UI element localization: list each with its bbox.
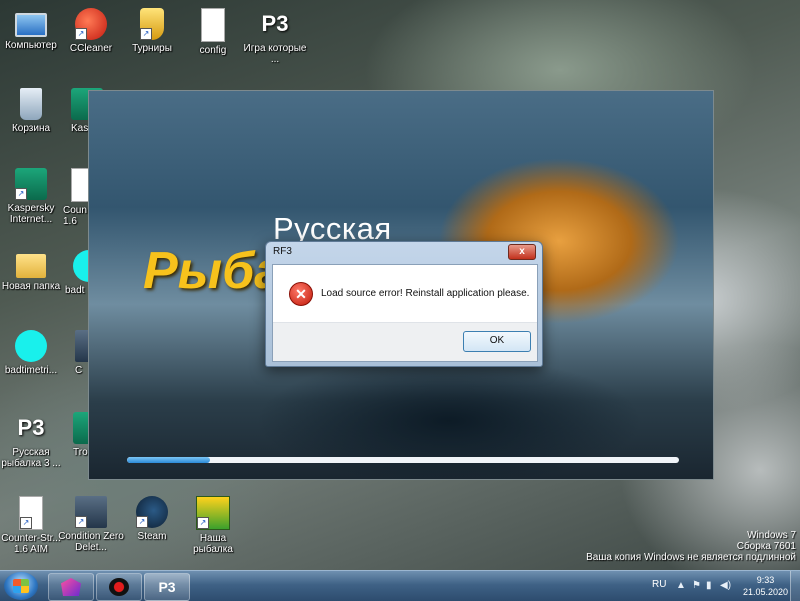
desktop-icon-recycle-bin[interactable]: Корзина [0,88,65,134]
clock-time: 9:33 [756,575,775,585]
desktop-icon-label: Наша рыбалка [193,533,233,555]
crystal-icon [61,578,81,596]
desktop-icon-label: Condition Zero Delet... [58,531,124,553]
dialog-body: ✕ Load source error! Reinstall applicati… [272,264,538,362]
watermark-line1: Windows 7 [747,530,796,541]
p3-icon: P3 [158,579,176,595]
desktop-icon-label: Турниры [132,43,172,54]
loading-progress-bar [127,457,679,463]
dialog-titlebar[interactable]: RF3 x [266,242,542,264]
clock[interactable]: 9:33 21.05.2020 [743,574,788,598]
desktop-icon-label: Русская рыбалка 3 ... [1,447,61,469]
flag-icon[interactable]: ⚑ [692,580,701,591]
ok-button[interactable]: OK [463,331,531,352]
desktop-icon-new-folder[interactable]: Новая папка [0,250,65,292]
volume-icon[interactable]: ◀) [720,580,731,591]
desktop-icon-russian-fishing-3[interactable]: P3 Русская рыбалка 3 ... [0,412,65,469]
taskbar-app-rf3[interactable]: P3 [144,573,190,601]
desktop-icon-label: badt [65,285,85,296]
p3-icon: P3 [17,415,45,440]
show-hidden-icons-icon[interactable]: ▲ [676,580,686,591]
trophy-icon: ↗ [140,8,164,40]
desktop-icon-config[interactable]: config [179,8,247,56]
desktop-icon-label: C [75,365,83,376]
file-icon [201,8,225,42]
desktop-icon-label: badtimetri... [4,365,58,376]
folder-icon [16,254,46,278]
desktop-icon-label: Coun 1.6 [63,205,87,227]
taskbar-app-crystal[interactable] [48,573,94,601]
windows-logo-icon [13,579,29,593]
record-icon [109,578,129,596]
fishing-game-icon: ↗ [196,496,230,530]
computer-icon [15,13,47,37]
close-button[interactable]: x [508,244,536,260]
taskbar: P3 RU ▲ ⚑ ▮ ◀) 9:33 21.05.2020 [0,570,800,601]
cyan-circle-icon [15,330,47,362]
desktop-icon-label: Корзина [11,123,51,134]
desktop-icon-label: Игра которые ... [243,43,307,65]
network-icon[interactable]: ▮ [706,580,712,591]
dialog-button-row: OK [273,322,537,361]
file-icon: ↗ [19,496,43,530]
desktop-icon-nasha-rybalka[interactable]: ↗ Наша рыбалка [179,496,247,555]
windows-watermark: Windows 7 Сборка 7601 Ваша копия Windows… [586,530,796,563]
desktop-icon-label: Kaspersky Internet... [7,203,55,225]
system-tray: RU ▲ ⚑ ▮ ◀) 9:33 21.05.2020 [640,571,800,601]
show-desktop-button[interactable] [790,571,800,601]
kaspersky-icon: ↗ [15,168,47,200]
desktop-icon-tournaments[interactable]: ↗ Турниры [118,8,186,54]
desktop-icon-kaspersky[interactable]: ↗ Kaspersky Internet... [0,168,65,225]
desktop-icon-ccleaner[interactable]: ↗ CCleaner [57,8,125,54]
clock-date: 21.05.2020 [742,587,788,597]
desktop-icon-label: Новая папка [1,281,61,292]
desktop-icon-label: config [199,45,227,56]
dialog-title: RF3 [273,246,292,257]
counter-strike-icon: ↗ [75,496,107,528]
error-message: Load source error! Reinstall application… [321,288,530,299]
taskbar-app-record[interactable] [96,573,142,601]
steam-icon: ↗ [136,496,168,528]
watermark-line2: Сборка 7601 [736,541,796,552]
desktop-icon-badtimetri[interactable]: badtimetri... [0,330,65,376]
error-dialog: RF3 x ✕ Load source error! Reinstall app… [265,241,543,367]
recycle-bin-icon [20,88,42,120]
desktop-icon-label: Counter-Str... 1.6 AIM [1,533,61,555]
desktop-icon-steam[interactable]: ↗ Steam [118,496,186,542]
loading-progress-fill [127,457,210,463]
desktop-icon-label: Steam [137,531,167,542]
watermark-line3: Ваша копия Windows не является подлинной [586,552,796,563]
language-indicator[interactable]: RU [652,579,666,590]
error-icon: ✕ [289,282,313,306]
desktop-icon-label: Компьютер [5,40,57,51]
desktop-icon-label: CCleaner [69,43,113,54]
desktop-icon-games[interactable]: P3 Игра которые ... [241,8,309,65]
desktop-icon-condition-zero[interactable]: ↗ Condition Zero Delet... [57,496,125,553]
start-button[interactable] [4,572,38,600]
desktop: Компьютер ↗ CCleaner ↗ Турниры config P3… [0,0,800,570]
p3-icon: P3 [261,11,289,36]
desktop-icon-cs-aim[interactable]: ↗ Counter-Str... 1.6 AIM [0,496,65,555]
ccleaner-icon: ↗ [75,8,107,40]
desktop-icon-computer[interactable]: Компьютер [0,8,65,51]
splash-title-line2: Рыба [143,242,284,300]
